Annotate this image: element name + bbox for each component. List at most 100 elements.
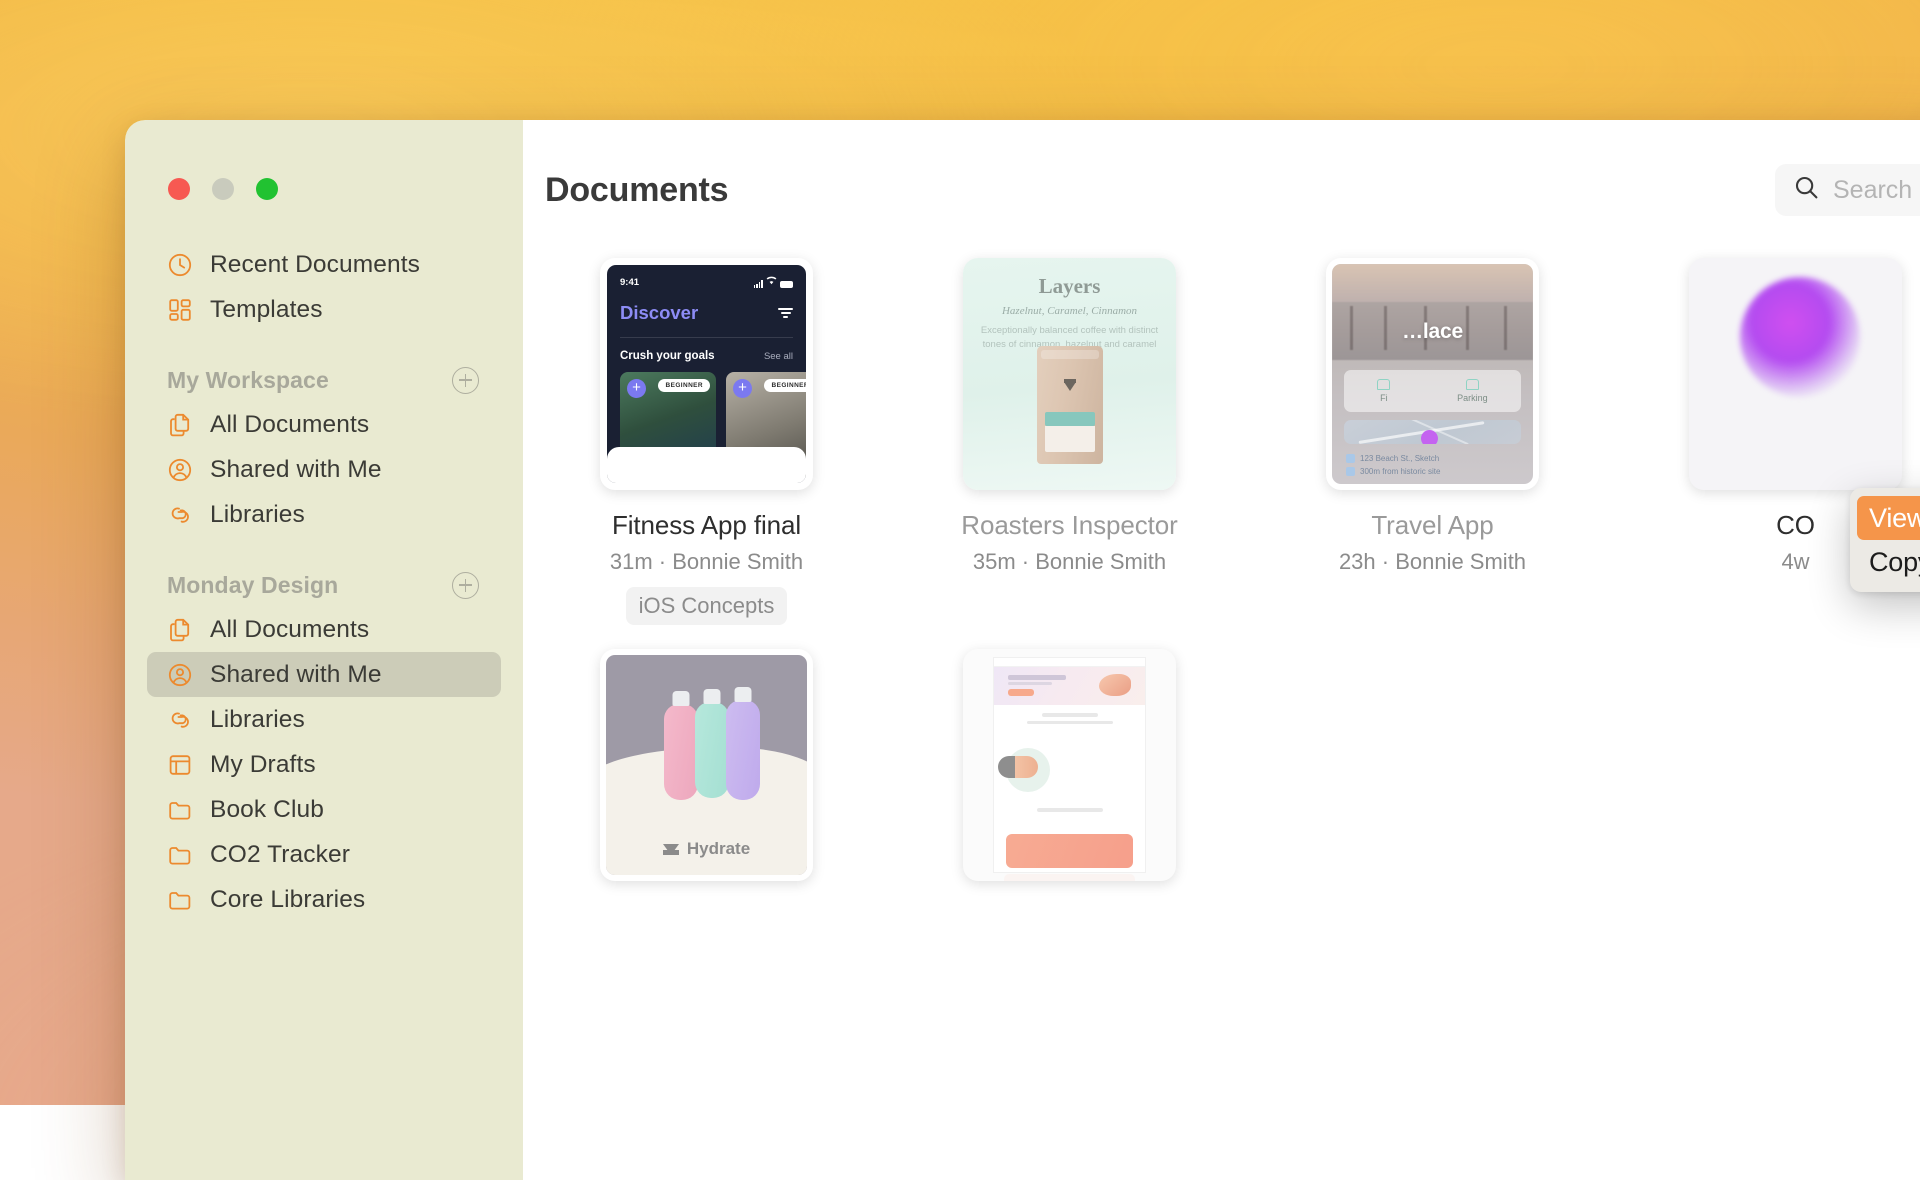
sidebar-item-label: All Documents (210, 616, 369, 644)
brand-title: Layers (963, 274, 1176, 299)
sidebar-item-my-drafts[interactable]: My Drafts (147, 742, 501, 787)
document-card[interactable]: Layers Hazelnut, Caramel, Cinnamon Excep… (916, 258, 1223, 625)
cta-banner (1006, 834, 1133, 868)
thumbnail-wrap: …lace Fi Parking (1279, 258, 1586, 490)
sidebar-item-shared-with-me-monday[interactable]: Shared with Me (147, 652, 501, 697)
sidebar-item-label: Book Club (210, 796, 324, 824)
sidebar-item-libraries-workspace[interactable]: Libraries (147, 492, 501, 537)
context-menu-item-copy-link[interactable]: Copy Link (1857, 540, 1920, 584)
co-document-thumbnail[interactable] (1689, 258, 1902, 490)
bottle-mint (695, 702, 729, 798)
sidebar-item-all-documents-workspace[interactable]: All Documents (147, 402, 501, 447)
card-subtitle: 35m · Bonnie Smith (916, 549, 1223, 575)
card-title: Fitness App final (553, 510, 860, 541)
level-badge: BEGINNER (764, 379, 806, 392)
sidebar-item-label: All Documents (210, 411, 369, 439)
shell-illustration (1099, 674, 1131, 696)
close-button[interactable] (168, 178, 190, 200)
address-row: 123 Beach St., Sketch (1346, 454, 1440, 463)
app-window: Recent Documents Templates My Workspace (125, 120, 1920, 1180)
document-card[interactable]: …lace Fi Parking (1279, 258, 1586, 625)
travel-app-thumbnail[interactable]: …lace Fi Parking (1326, 258, 1539, 490)
parking-icon (1466, 379, 1479, 390)
sidebar-item-co2-tracker[interactable]: CO2 Tracker (147, 832, 501, 877)
features-section (994, 705, 1145, 740)
add-to-monday-design-button[interactable] (452, 572, 479, 599)
status-icons (754, 276, 793, 288)
card-tag[interactable]: iOS Concepts (626, 587, 788, 625)
search-input[interactable] (1833, 176, 1920, 205)
sidebar-item-label: Libraries (210, 706, 305, 734)
fitness-app-thumbnail[interactable]: 9:41 Discover (600, 258, 813, 490)
sidebar-item-templates[interactable]: Templates (147, 287, 501, 332)
document-card[interactable] (916, 649, 1223, 881)
place-details: 123 Beach St., Sketch 300m from historic… (1346, 450, 1440, 476)
landing-page-thumbnail[interactable] (963, 649, 1176, 881)
sidebar-item-label: Recent Documents (210, 251, 420, 279)
amenity-chip[interactable]: Fi (1377, 379, 1390, 403)
minimize-button[interactable] (212, 178, 234, 200)
documents-icon (167, 412, 193, 438)
folder-icon (167, 797, 193, 823)
flavor-notes: Hazelnut, Caramel, Cinnamon (963, 305, 1176, 317)
libraries-icon (167, 502, 193, 528)
section-row: Crush your goals See all (620, 350, 793, 362)
sidebar-item-label: Shared with Me (210, 661, 382, 689)
amenity-label: Fi (1380, 393, 1388, 403)
site-navbar (994, 658, 1145, 667)
address-text: 123 Beach St., Sketch (1360, 454, 1439, 463)
add-to-my-workspace-button[interactable] (452, 367, 479, 394)
phone-screen: 9:41 Discover (607, 265, 806, 483)
context-menu-item-view-in-browser[interactable]: View in Browser... (1857, 496, 1920, 540)
gradient-blob (1740, 277, 1860, 397)
signal-icon (754, 280, 763, 288)
search-box[interactable] (1775, 164, 1920, 216)
section-heading-bar (1037, 808, 1103, 812)
sidebar-item-label: Templates (210, 296, 323, 324)
sidebar-item-label: CO2 Tracker (210, 841, 350, 869)
document-card[interactable]: 9:41 Discover (553, 258, 860, 625)
map-preview[interactable] (1344, 420, 1521, 444)
webpage-mockup (994, 658, 1145, 872)
zoom-button[interactable] (256, 178, 278, 200)
clock-icon (167, 252, 193, 278)
roasters-inspector-thumbnail[interactable]: Layers Hazelnut, Caramel, Cinnamon Excep… (963, 258, 1176, 490)
sidebar-item-libraries-monday[interactable]: Libraries (147, 697, 501, 742)
sidebar-section-my-workspace: My Workspace (147, 358, 501, 402)
battery-icon (780, 281, 793, 288)
thumbnail-wrap: 9:41 Discover (553, 258, 860, 490)
building-icon (1346, 454, 1355, 463)
documents-icon (167, 617, 193, 643)
card-meta: Fitness App final 31m · Bonnie Smith iOS… (553, 510, 860, 625)
add-icon[interactable]: + (733, 379, 752, 398)
hero-headline (1008, 675, 1066, 680)
libraries-icon (167, 707, 193, 733)
hero-section (994, 667, 1145, 705)
testimonials-section (994, 800, 1145, 828)
sidebar-item-label: My Drafts (210, 751, 316, 779)
product-photo: Hydrate (606, 655, 807, 875)
sky-gradient (1332, 264, 1533, 302)
sidebar-item-book-club[interactable]: Book Club (147, 787, 501, 832)
amenity-chip[interactable]: Parking (1457, 379, 1488, 403)
card-title: Travel App (1279, 510, 1586, 541)
distance-row: 300m from historic site (1346, 467, 1440, 476)
sidebar-section-title: Monday Design (167, 572, 338, 599)
add-icon[interactable]: + (627, 379, 646, 398)
thumbnail-wrap (916, 649, 1223, 881)
document-card[interactable]: Hydrate (553, 649, 860, 881)
hydrate-thumbnail[interactable]: Hydrate (600, 649, 813, 881)
spacer (125, 537, 523, 563)
sidebar-item-recent-documents[interactable]: Recent Documents (147, 242, 501, 287)
person-circle-icon (167, 662, 193, 688)
documents-grid: 9:41 Discover (523, 216, 1920, 881)
hand-illustration (998, 756, 1038, 778)
sidebar-item-shared-with-me-workspace[interactable]: Shared with Me (147, 447, 501, 492)
hero-cta-button (1008, 689, 1034, 696)
page-title: Documents (545, 171, 728, 210)
sidebar-item-core-libraries[interactable]: Core Libraries (147, 877, 501, 922)
sidebar-item-all-documents-monday[interactable]: All Documents (147, 607, 501, 652)
see-all-link[interactable]: See all (764, 351, 793, 362)
card-subtitle: 31m · Bonnie Smith (553, 549, 860, 575)
filter-icon (778, 308, 793, 318)
